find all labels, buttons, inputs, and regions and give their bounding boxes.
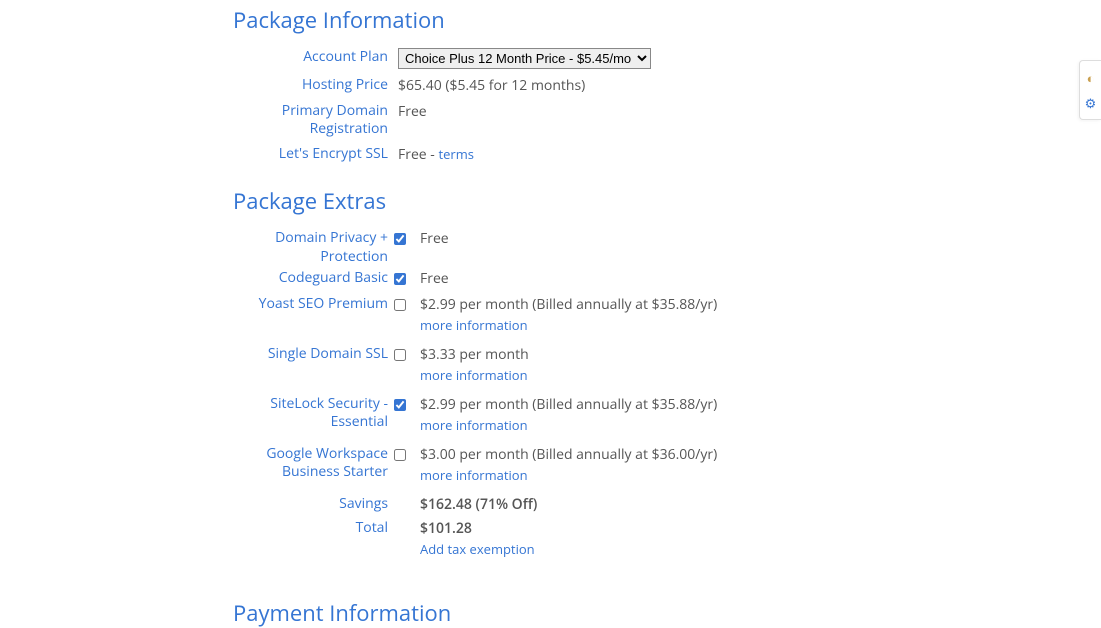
- yoast-checkbox[interactable]: [394, 299, 406, 311]
- settings-icon: ⚙: [1085, 94, 1097, 112]
- hosting-price-label: Hosting Price: [233, 75, 388, 95]
- add-tax-exemption-link[interactable]: Add tax exemption: [420, 540, 1101, 558]
- package-extras-heading: Package Extras: [233, 186, 1101, 216]
- lets-encrypt-ssl-label: Let's Encrypt SSL: [233, 144, 388, 164]
- domain-privacy-label: Domain Privacy + Protection: [233, 228, 388, 267]
- codeguard-value: Free: [420, 268, 1101, 294]
- hosting-price-value: $65.40 ($5.45 for 12 months): [398, 75, 1101, 95]
- total-value: $101.28: [420, 519, 472, 538]
- google-workspace-value: $3.00 per month (Billed annually at $36.…: [420, 445, 717, 464]
- sitelock-value: $2.99 per month (Billed annually at $35.…: [420, 395, 717, 414]
- yoast-value: $2.99 per month (Billed annually at $35.…: [420, 295, 717, 314]
- account-plan-label: Account Plan: [233, 47, 388, 69]
- account-plan-select[interactable]: Choice Plus 12 Month Price - $5.45/mo: [398, 48, 651, 69]
- domain-privacy-value: Free: [420, 228, 1101, 267]
- ssl-terms-link[interactable]: terms: [438, 145, 473, 163]
- side-widget[interactable]: ◐ ⚙: [1079, 60, 1101, 120]
- savings-label: Savings: [233, 494, 388, 518]
- lets-encrypt-ssl-value: Free: [398, 145, 427, 164]
- payment-information-heading: Payment Information: [233, 598, 1101, 628]
- savings-value: $162.48 (71% Off): [420, 494, 1101, 518]
- google-workspace-more-info-link[interactable]: more information: [420, 466, 1101, 484]
- package-information-heading: Package Information: [233, 5, 1101, 35]
- single-ssl-more-info-link[interactable]: more information: [420, 366, 1101, 384]
- single-ssl-label: Single Domain SSL: [233, 344, 388, 394]
- single-ssl-value: $3.33 per month: [420, 345, 529, 364]
- yoast-more-info-link[interactable]: more information: [420, 316, 1101, 334]
- codeguard-checkbox[interactable]: [394, 273, 406, 285]
- domain-privacy-checkbox[interactable]: [394, 233, 406, 245]
- yoast-label: Yoast SEO Premium: [233, 294, 388, 344]
- single-ssl-checkbox[interactable]: [394, 349, 406, 361]
- sitelock-more-info-link[interactable]: more information: [420, 416, 1101, 434]
- primary-domain-registration-label: Primary Domain Registration: [233, 101, 388, 138]
- sitelock-label: SiteLock Security - Essential: [233, 394, 388, 444]
- codeguard-label: Codeguard Basic: [233, 268, 388, 294]
- primary-domain-registration-value: Free: [398, 101, 1101, 138]
- badge-icon: ◐: [1087, 69, 1095, 87]
- google-workspace-label: Google Workspace Business Starter: [233, 444, 388, 494]
- google-workspace-checkbox[interactable]: [394, 449, 406, 461]
- sitelock-checkbox[interactable]: [394, 399, 406, 411]
